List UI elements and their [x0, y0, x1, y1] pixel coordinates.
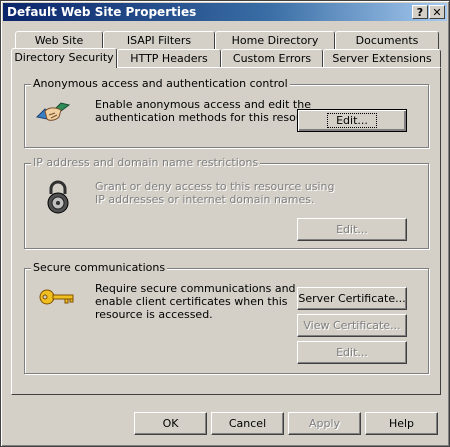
help-button[interactable]: Help — [365, 412, 438, 435]
key-icon — [39, 287, 75, 310]
ip-restrictions-desc-line2: IP addresses or internet domain names. — [95, 193, 315, 206]
secure-communications-group: Secure communications Require secure com… — [24, 261, 429, 374]
title-bar[interactable]: Default Web Site Properties ? ✕ — [3, 3, 447, 21]
properties-dialog: Default Web Site Properties ? ✕ Web Site… — [0, 0, 450, 447]
anonymous-access-label: Anonymous access and authentication cont… — [31, 77, 290, 90]
tab-documents[interactable]: Documents — [335, 31, 439, 49]
secure-edit-button[interactable]: Edit... — [297, 341, 407, 364]
server-certificate-button[interactable]: Server Certificate... — [297, 287, 407, 310]
ip-edit-button[interactable]: Edit... — [297, 218, 407, 241]
tab-http-headers[interactable]: HTTP Headers — [117, 49, 221, 67]
secure-desc-line2: enable client certificates when this — [95, 295, 288, 308]
padlock-icon — [45, 180, 71, 217]
close-button[interactable]: ✕ — [429, 5, 445, 19]
ip-restrictions-group: IP address and domain name restrictions … — [24, 156, 429, 249]
secure-desc-line1: Require secure communications and — [95, 282, 296, 295]
secure-desc-line3: resource is accessed. — [95, 308, 213, 321]
anonymous-edit-label: Edit... — [327, 113, 377, 128]
tab-web-site[interactable]: Web Site — [15, 31, 103, 49]
window-title: Default Web Site Properties — [7, 5, 197, 19]
handshake-icon — [35, 97, 71, 132]
tab-home-directory[interactable]: Home Directory — [215, 31, 335, 49]
tab-isapi-filters[interactable]: ISAPI Filters — [103, 31, 215, 49]
tab-panel-directory-security: Anonymous access and authentication cont… — [11, 67, 441, 395]
tab-custom-errors[interactable]: Custom Errors — [221, 49, 323, 67]
anonymous-edit-button[interactable]: Edit... — [297, 109, 407, 132]
anonymous-access-desc-line2: authentication methods for this resource… — [95, 111, 324, 124]
tab-server-extensions[interactable]: Server Extensions — [323, 49, 441, 67]
ok-button[interactable]: OK — [134, 412, 207, 435]
ip-restrictions-desc-line1: Grant or deny access to this resource us… — [95, 180, 335, 193]
tab-directory-security[interactable]: Directory Security — [11, 48, 117, 68]
help-title-button[interactable]: ? — [412, 5, 428, 19]
cancel-button[interactable]: Cancel — [211, 412, 284, 435]
anonymous-access-group: Anonymous access and authentication cont… — [24, 77, 429, 148]
secure-communications-label: Secure communications — [31, 261, 168, 274]
view-certificate-button[interactable]: View Certificate... — [297, 314, 407, 337]
anonymous-access-desc-line1: Enable anonymous access and edit the — [95, 98, 311, 111]
apply-button[interactable]: Apply — [288, 412, 361, 435]
ip-restrictions-label: IP address and domain name restrictions — [31, 156, 261, 169]
